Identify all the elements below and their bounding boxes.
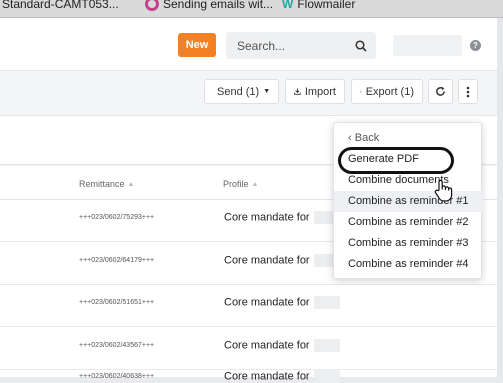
app-window: New ? Send (1) ▼ Import bbox=[0, 18, 503, 383]
search-box[interactable] bbox=[226, 32, 376, 59]
remittance-cell: +++023/0602/64179+++ bbox=[79, 257, 155, 264]
more-options-menu: ‹ Back Generate PDF Combine documents Co… bbox=[333, 122, 483, 279]
help-icon[interactable]: ? bbox=[470, 40, 481, 51]
remittance-cell: +++023/0602/75293+++ bbox=[79, 214, 155, 221]
remittance-cell: +++023/0602/51651+++ bbox=[79, 299, 155, 306]
bookmark-label: Sending emails wit... bbox=[163, 0, 274, 11]
refresh-icon bbox=[436, 86, 445, 96]
highlight-annotation bbox=[338, 147, 454, 174]
remittance-cell: +++023/0602/43567+++ bbox=[79, 342, 155, 349]
menu-item-combine-reminder-2[interactable]: Combine as reminder #2 bbox=[348, 216, 468, 228]
sort-icon: ▲ bbox=[251, 180, 259, 188]
profile-cell: Core mandate for bbox=[224, 296, 340, 309]
top-header: New ? bbox=[0, 18, 503, 71]
bookmark-item[interactable]: Standard-CAMT053... bbox=[2, 0, 119, 11]
upload-icon bbox=[360, 90, 362, 93]
ring-icon bbox=[145, 0, 159, 11]
search-icon[interactable] bbox=[355, 39, 367, 52]
chevron-left-icon: ‹ bbox=[348, 132, 352, 144]
vertical-ellipsis-icon bbox=[466, 86, 470, 97]
table-row[interactable]: +++023/0602/40638+++ Core mandate for bbox=[0, 361, 503, 383]
bookmark-item[interactable]: Sending emails wit... bbox=[145, 0, 273, 11]
table-row[interactable]: +++023/0602/51651+++ Core mandate for bbox=[0, 284, 503, 327]
import-label: Import bbox=[304, 85, 336, 98]
send-button[interactable]: Send (1) ▼ bbox=[204, 79, 279, 104]
export-label: Export (1) bbox=[365, 85, 414, 98]
export-button[interactable]: Export (1) bbox=[351, 79, 423, 104]
profile-cell: Core mandate for bbox=[224, 211, 340, 224]
column-header-remittance[interactable]: Remittance ▲ bbox=[79, 179, 134, 189]
refresh-button[interactable] bbox=[428, 79, 453, 104]
bookmarks-bar: Standard-CAMT053... Sending emails wit..… bbox=[0, 0, 503, 18]
bookmark-label: Standard-CAMT053... bbox=[2, 0, 119, 11]
search-input[interactable] bbox=[235, 37, 355, 54]
bookmark-item[interactable]: W Flowmailer bbox=[282, 0, 355, 11]
menu-item-combine-reminder-4[interactable]: Combine as reminder #4 bbox=[348, 258, 468, 270]
sort-icon: ▲ bbox=[127, 180, 135, 188]
window-edge bbox=[497, 18, 503, 377]
column-header-profile[interactable]: Profile ▲ bbox=[223, 179, 258, 189]
flowmailer-logo-icon: W bbox=[282, 0, 294, 11]
download-icon bbox=[294, 88, 301, 95]
chevron-down-icon: ▼ bbox=[263, 88, 271, 95]
hand-cursor-icon bbox=[434, 179, 453, 202]
menu-item-combine-reminder-3[interactable]: Combine as reminder #3 bbox=[348, 237, 468, 249]
action-toolbar: Send (1) ▼ Import Export (1) bbox=[0, 71, 503, 115]
profile-cell: Core mandate for bbox=[224, 254, 340, 267]
more-options-button[interactable] bbox=[458, 79, 478, 104]
profile-cell: Core mandate for bbox=[224, 339, 340, 352]
bookmark-label: Flowmailer bbox=[297, 0, 356, 11]
user-account[interactable] bbox=[393, 35, 462, 56]
new-button[interactable]: New bbox=[178, 33, 216, 57]
send-label: Send (1) bbox=[217, 85, 260, 98]
back-label: Back bbox=[354, 132, 380, 144]
menu-item-back[interactable]: ‹ Back bbox=[348, 132, 379, 144]
import-button[interactable]: Import bbox=[285, 79, 345, 104]
